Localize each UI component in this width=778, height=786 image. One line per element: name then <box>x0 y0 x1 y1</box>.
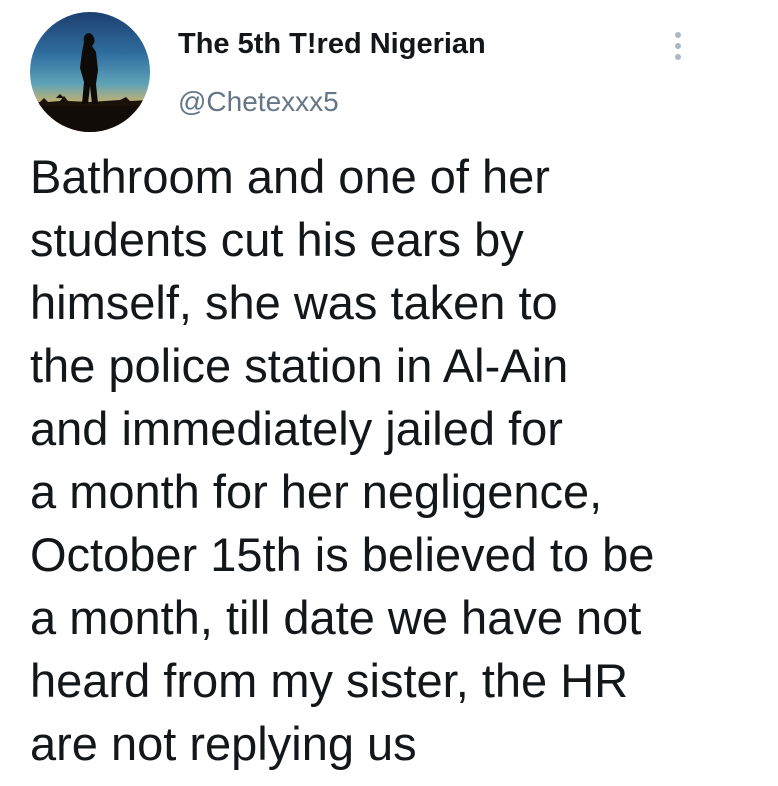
tweet-text-line: a month, till date we have not <box>30 591 642 644</box>
tweet-text-line: students cut his ears by <box>30 213 524 266</box>
tweet-card: The 5th T!red Nigerian @Chetexxx5 Bathro… <box>0 0 778 786</box>
author-handle[interactable]: @Chetexxx5 <box>178 86 339 118</box>
tweet-text-line: himself, she was taken to <box>30 276 558 329</box>
menu-dot <box>675 43 681 49</box>
tweet-text-line: and immediately jailed for <box>30 402 563 455</box>
menu-dot <box>675 54 681 60</box>
silhouette-sunset-icon <box>30 12 150 132</box>
tweet-text-line: are not replying us <box>30 717 417 770</box>
avatar[interactable] <box>30 12 150 132</box>
author-display-name[interactable]: The 5th T!red Nigerian <box>178 28 486 61</box>
tweet-text-line: October 15th is believed to be <box>30 528 655 581</box>
tweet-text-line: a month for her negligence, <box>30 465 603 518</box>
tweet-text-line: Bathroom and one of her <box>30 150 550 203</box>
tweet-text: Bathroom and one of her students cut his… <box>30 145 770 775</box>
tweet-text-line: the police station in Al-Ain <box>30 339 569 392</box>
more-options-icon[interactable] <box>664 32 692 68</box>
tweet-text-line: heard from my sister, the HR <box>30 654 629 707</box>
menu-dot <box>675 32 681 38</box>
